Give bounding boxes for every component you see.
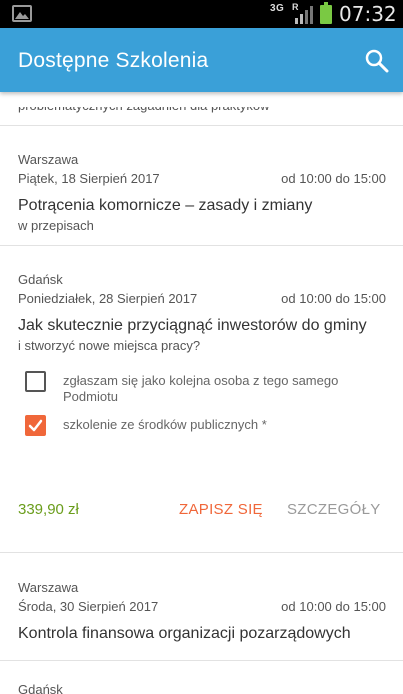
training-subtitle: i stworzyć nowe miejsca pracy? <box>18 338 201 353</box>
training-city: Gdańsk <box>18 682 63 694</box>
training-city: Gdańsk <box>18 272 63 287</box>
training-list: problematycznych zagadnień dla praktyków… <box>0 92 403 694</box>
training-subtitle: w przepisach <box>18 218 94 233</box>
training-city: Warszawa <box>18 580 79 595</box>
training-card-expanded: Gdańsk Poniedziałek, 28 Sierpień 2017 od… <box>0 245 403 545</box>
training-title: Potrącenia komornicze – zasady i zmiany <box>18 197 313 214</box>
training-time: od 10:00 do 15:00 <box>281 171 386 186</box>
app-bar: Dostępne Szkolenia <box>0 28 403 92</box>
previous-item-tail: problematycznych zagadnień dla praktyków <box>18 98 270 113</box>
training-city: Warszawa <box>18 152 79 167</box>
training-title: Jak skutecznie przyciągnąć inwestorów do… <box>18 317 367 334</box>
public-funds-option[interactable]: szkolenie ze środków publicznych * <box>25 415 385 439</box>
checkmark-icon <box>28 419 43 432</box>
public-funds-label: szkolenie ze środków publicznych * <box>63 417 267 432</box>
search-icon[interactable] <box>364 48 390 74</box>
training-time: od 10:00 do 15:00 <box>281 599 386 614</box>
gallery-notification-icon <box>12 5 32 22</box>
training-price: 339,90 zł <box>18 501 79 518</box>
training-time: od 10:00 do 15:00 <box>281 291 386 306</box>
same-entity-option[interactable]: zgłaszam się jako kolejna osoba z tego s… <box>25 371 385 407</box>
training-card[interactable]: Warszawa Środa, 30 Sierpień 2017 od 10:0… <box>0 552 403 662</box>
training-card[interactable]: Gdańsk <box>0 660 403 694</box>
clock: 07:32 <box>339 2 397 26</box>
same-entity-label: zgłaszam się jako kolejna osoba z tego s… <box>63 373 339 404</box>
signal-icon <box>295 6 313 24</box>
training-date: Piątek, 18 Sierpień 2017 <box>18 171 160 186</box>
public-funds-checkbox[interactable] <box>25 415 46 436</box>
training-date: Poniedziałek, 28 Sierpień 2017 <box>18 291 198 306</box>
battery-icon <box>320 2 332 24</box>
training-date: Środa, 30 Sierpień 2017 <box>18 599 159 614</box>
page-title: Dostępne Szkolenia <box>18 49 209 72</box>
signup-button[interactable]: ZAPISZ SIĘ <box>179 501 263 518</box>
training-title: Kontrola finansowa organizacji pozarządo… <box>18 625 351 642</box>
same-entity-checkbox[interactable] <box>25 371 46 392</box>
details-button[interactable]: SZCZEGÓŁY <box>287 501 381 518</box>
training-card[interactable]: Warszawa Piątek, 18 Sierpień 2017 od 10:… <box>0 125 403 245</box>
status-bar: 3G R 07:32 <box>0 0 403 28</box>
